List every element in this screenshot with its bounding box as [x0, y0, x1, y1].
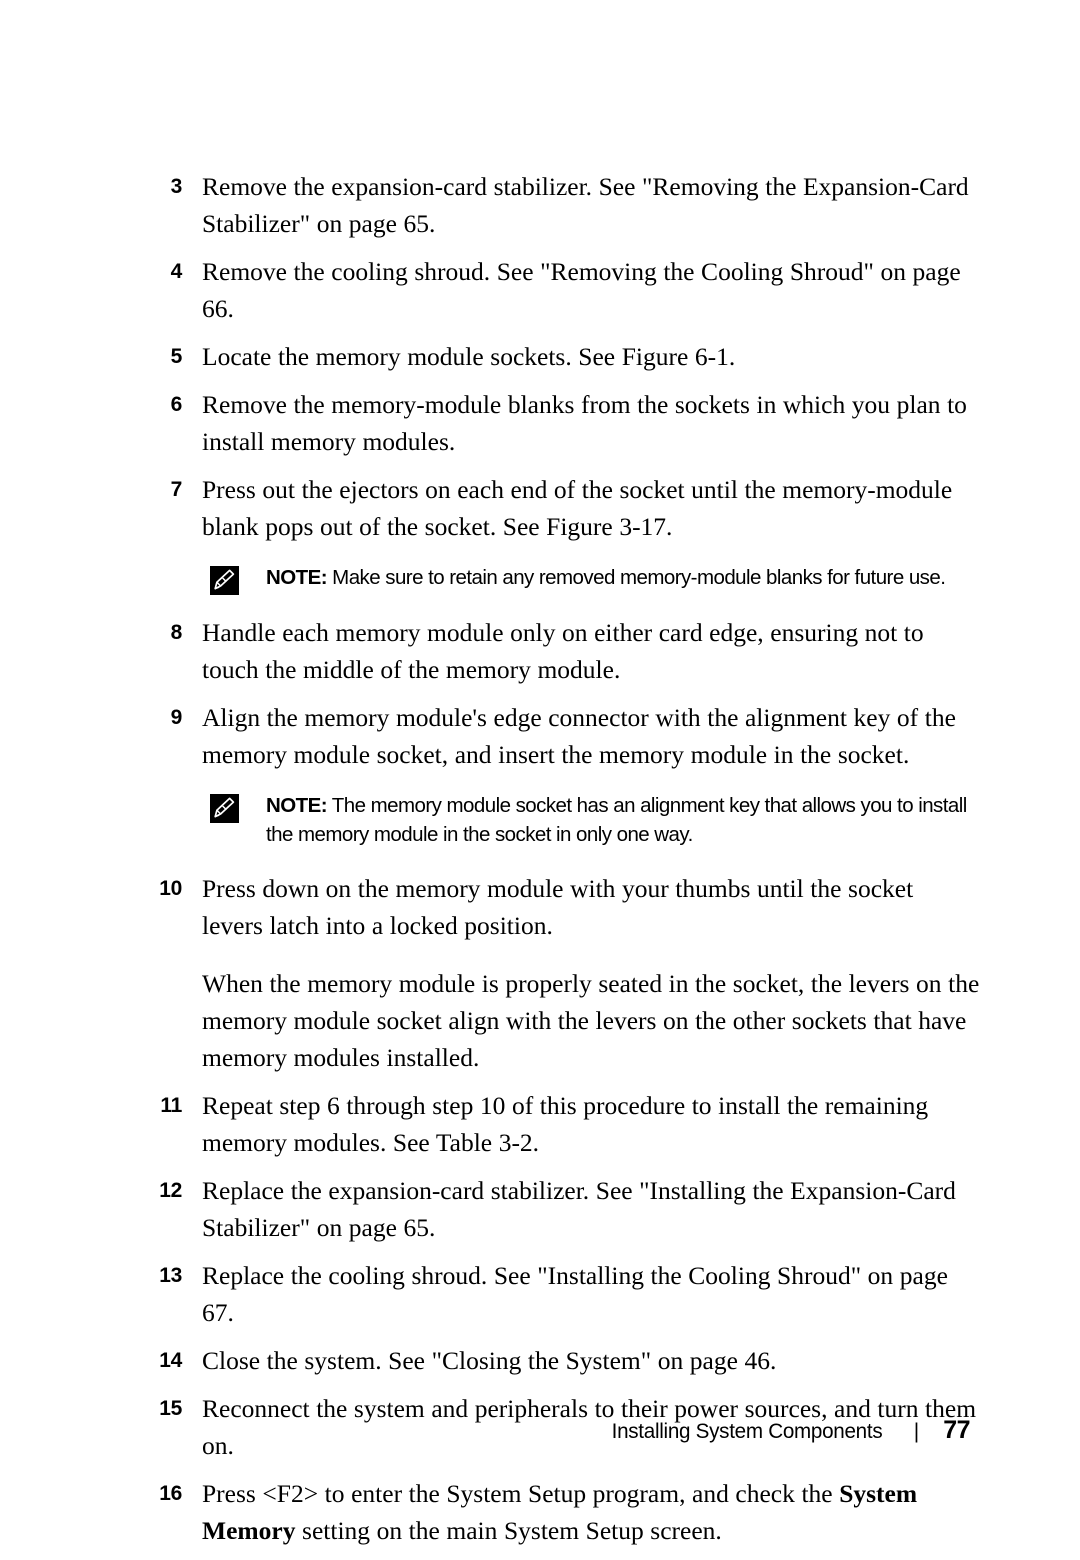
- step-text: Remove the expansion-card stabilizer. Se…: [202, 172, 969, 238]
- page-footer: Installing System Components | 77: [0, 1415, 1080, 1455]
- list-item: 9 Align the memory module's edge connect…: [150, 699, 980, 773]
- procedure-step-list: 3 Remove the expansion-card stabilizer. …: [150, 168, 980, 1560]
- step-number: 6: [170, 393, 183, 416]
- page-number: 77: [943, 1416, 970, 1444]
- step-number: 10: [159, 877, 182, 900]
- step-continuation-paragraph: When the memory module is properly seate…: [202, 969, 980, 1072]
- list-item: 12 Replace the expansion-card stabilizer…: [150, 1172, 980, 1246]
- note-callout: NOTE: The memory module socket has an al…: [202, 791, 980, 849]
- list-item: 13 Replace the cooling shroud. See "Inst…: [150, 1257, 980, 1331]
- step-number: 3: [170, 175, 183, 198]
- step-number: 9: [170, 706, 183, 729]
- note-callout: NOTE: Make sure to retain any removed me…: [202, 563, 980, 595]
- list-item: 6 Remove the memory-module blanks from t…: [150, 386, 980, 460]
- step-text: Handle each memory module only on either…: [202, 618, 924, 684]
- footer-section-title: Installing System Components: [611, 1419, 883, 1443]
- step-number: 5: [170, 345, 183, 368]
- step-text: Press out the ejectors on each end of th…: [202, 475, 953, 541]
- step-number: 11: [160, 1094, 182, 1117]
- step-text: Locate the memory module sockets. See Fi…: [202, 342, 736, 371]
- list-item: 7 Press out the ejectors on each end of …: [150, 471, 980, 545]
- step-text: Align the memory module's edge connector…: [202, 703, 956, 769]
- note-body: Make sure to retain any removed memory-m…: [327, 566, 946, 589]
- step-text-main: Press down on the memory module with you…: [202, 874, 914, 940]
- step-text: Replace the expansion-card stabilizer. S…: [202, 1176, 956, 1242]
- note-text: NOTE: Make sure to retain any removed me…: [266, 566, 946, 589]
- footer-content: Installing System Components | 77: [606, 1415, 970, 1447]
- step-text: Remove the cooling shroud. See "Removing…: [202, 257, 961, 323]
- document-page: 3 Remove the expansion-card stabilizer. …: [0, 0, 1080, 1545]
- list-item: 3 Remove the expansion-card stabilizer. …: [150, 168, 980, 242]
- step-number: 14: [159, 1349, 182, 1372]
- note-label: NOTE:: [266, 794, 328, 817]
- pencil-note-icon: [210, 794, 239, 823]
- list-item: 11 Repeat step 6 through step 10 of this…: [150, 1087, 980, 1161]
- step-number: 13: [159, 1264, 182, 1287]
- step-text-before-bold: Press <F2> to enter the System Setup pro…: [202, 1479, 840, 1508]
- footer-separator: |: [913, 1420, 920, 1443]
- step-text: Remove the memory-module blanks from the…: [202, 390, 967, 456]
- list-item: 8 Handle each memory module only on eith…: [150, 614, 980, 688]
- step-text: Replace the cooling shroud. See "Install…: [202, 1261, 948, 1327]
- note-text: NOTE: The memory module socket has an al…: [266, 794, 967, 846]
- step-number: 12: [159, 1179, 182, 1202]
- list-item: 10 Press down on the memory module with …: [150, 870, 980, 1076]
- step-number: 8: [170, 621, 183, 644]
- list-item: 5 Locate the memory module sockets. See …: [150, 338, 980, 375]
- list-item: 4 Remove the cooling shroud. See "Removi…: [150, 253, 980, 327]
- step-text: Repeat step 6 through step 10 of this pr…: [202, 1091, 929, 1157]
- step-number: 7: [170, 478, 183, 501]
- step-number: 16: [159, 1482, 182, 1505]
- list-item: 16 Press <F2> to enter the System Setup …: [150, 1475, 980, 1549]
- step-text-after-bold: setting on the main System Setup screen.: [295, 1516, 722, 1545]
- step-text: Close the system. See "Closing the Syste…: [202, 1346, 777, 1375]
- note-body: The memory module socket has an alignmen…: [266, 794, 967, 846]
- step-text: Press down on the memory module with you…: [202, 874, 980, 1076]
- list-item: 14 Close the system. See "Closing the Sy…: [150, 1342, 980, 1379]
- pencil-note-icon: [210, 566, 239, 595]
- step-text: Press <F2> to enter the System Setup pro…: [202, 1479, 917, 1545]
- note-label: NOTE:: [266, 566, 328, 589]
- step-number: 4: [170, 260, 183, 283]
